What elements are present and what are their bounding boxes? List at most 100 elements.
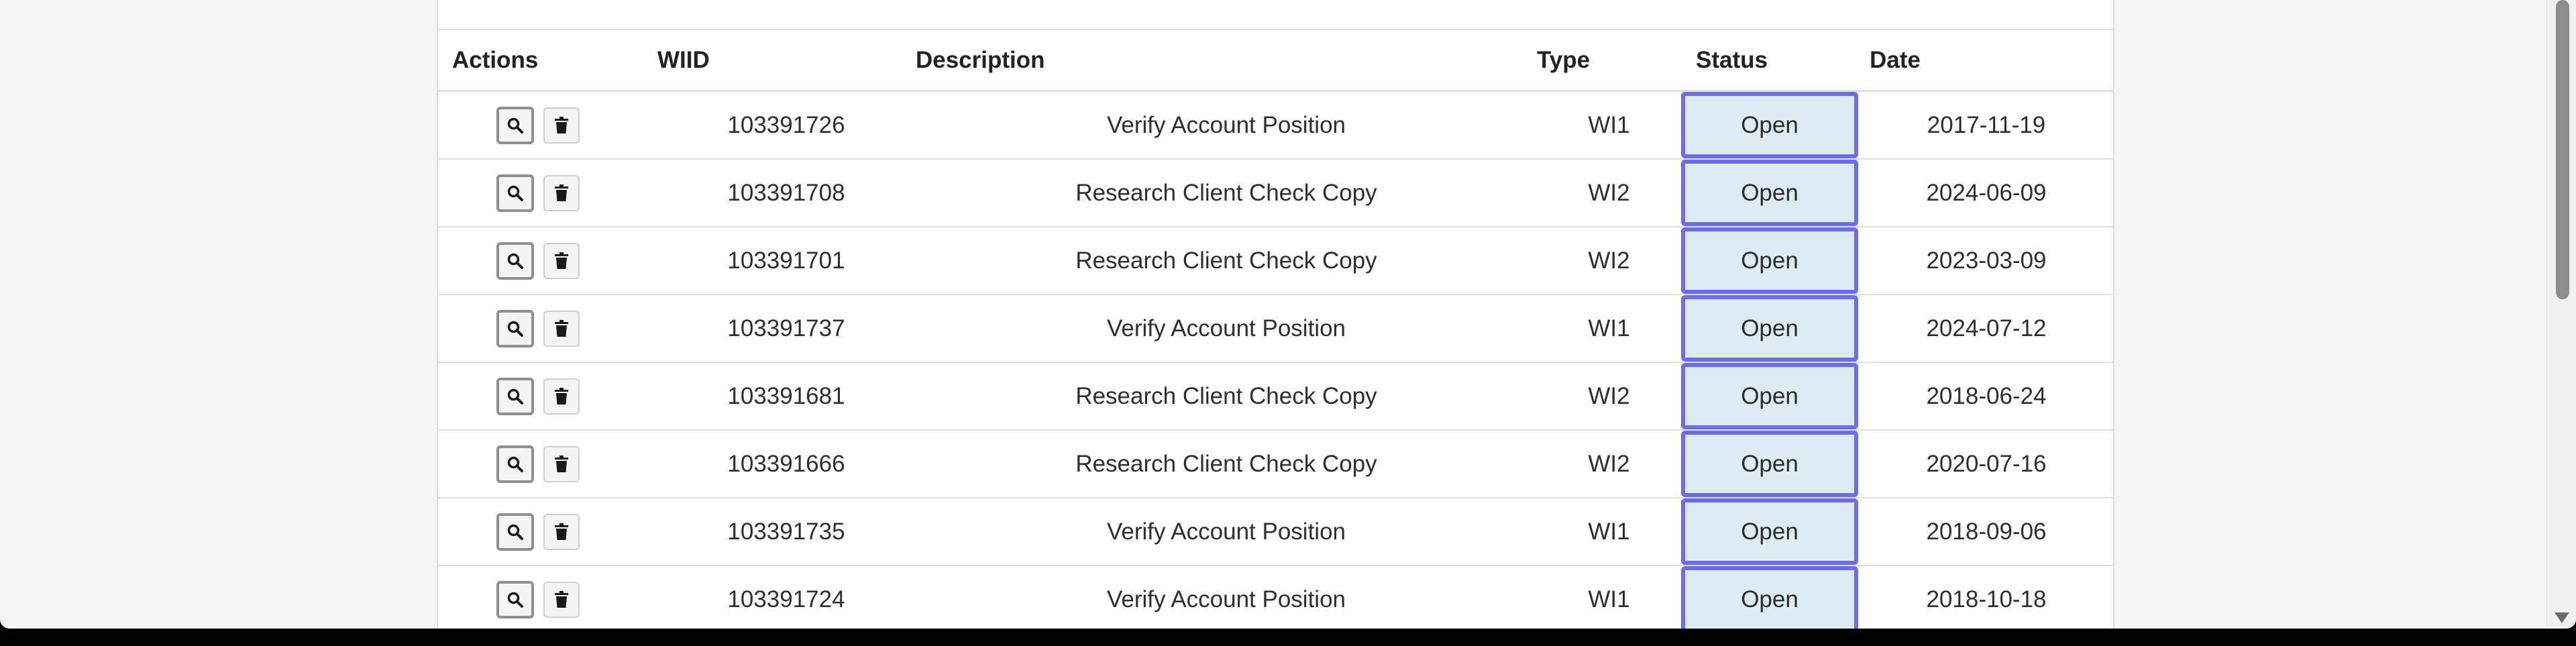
table-row: 103391666 Research Client Check Copy WI2… — [438, 430, 2113, 498]
actions-cell — [438, 91, 657, 160]
type-cell: WI1 — [1537, 294, 1681, 363]
status-cell: Open — [1681, 430, 1860, 498]
type-cell: WI1 — [1537, 91, 1681, 160]
actions-cell — [438, 498, 657, 566]
trash-icon — [555, 387, 568, 405]
delete-button[interactable] — [543, 107, 580, 144]
status-button[interactable]: Open — [1681, 295, 1858, 362]
view-button[interactable] — [496, 445, 534, 483]
status-cell: Open — [1681, 294, 1860, 363]
scrollbar-thumb[interactable] — [2556, 0, 2569, 299]
column-header-actions: Actions — [438, 30, 657, 92]
type-cell: WI1 — [1537, 566, 1681, 629]
type-cell: WI2 — [1537, 227, 1681, 295]
status-button[interactable]: Open — [1681, 227, 1858, 294]
view-button[interactable] — [496, 174, 534, 212]
view-button[interactable] — [496, 513, 534, 551]
trash-icon — [555, 590, 568, 608]
search-icon — [507, 592, 523, 608]
column-header-description[interactable]: Description — [916, 30, 1537, 92]
view-button[interactable] — [496, 580, 534, 618]
actions-cell — [438, 227, 657, 295]
page-content: Actions WIID Description Type Status Dat… — [0, 0, 2546, 629]
actions-cell — [438, 159, 657, 227]
description-cell: Research Client Check Copy — [916, 362, 1537, 431]
search-icon — [507, 185, 523, 201]
vertical-scrollbar[interactable] — [2546, 0, 2576, 629]
search-icon — [507, 117, 523, 133]
table-row: 103391737 Verify Account Position WI1 Op… — [438, 294, 2113, 363]
trash-icon — [555, 523, 568, 540]
browser-viewport: Actions WIID Description Type Status Dat… — [0, 0, 2576, 629]
status-cell: Open — [1681, 566, 1860, 629]
status-button[interactable]: Open — [1681, 92, 1858, 158]
type-cell: WI2 — [1537, 159, 1681, 227]
view-button[interactable] — [496, 106, 534, 144]
search-icon — [507, 388, 523, 405]
delete-button[interactable] — [543, 378, 580, 415]
trash-icon — [555, 116, 568, 133]
delete-button[interactable] — [543, 513, 580, 550]
wiid-cell: 103391737 — [657, 294, 916, 363]
delete-button[interactable] — [543, 445, 580, 482]
delete-button[interactable] — [543, 310, 580, 347]
status-button[interactable]: Open — [1681, 160, 1858, 226]
delete-button[interactable] — [543, 174, 580, 211]
status-cell: Open — [1681, 498, 1860, 566]
status-button[interactable]: Open — [1681, 498, 1858, 565]
column-header-date[interactable]: Date — [1860, 30, 2113, 92]
date-cell: 2024-07-12 — [1860, 294, 2113, 363]
work-items-panel: Actions WIID Description Type Status Dat… — [437, 0, 2114, 629]
status-cell: Open — [1681, 362, 1860, 431]
status-cell: Open — [1681, 159, 1860, 227]
wiid-cell: 103391708 — [657, 159, 916, 227]
table-row: 103391681 Research Client Check Copy WI2… — [438, 362, 2113, 431]
search-icon — [507, 524, 523, 540]
status-button[interactable]: Open — [1681, 566, 1858, 629]
wiid-cell: 103391681 — [657, 362, 916, 431]
status-button[interactable]: Open — [1681, 431, 1858, 497]
status-cell: Open — [1681, 91, 1860, 160]
table-row: 103391708 Research Client Check Copy WI2… — [438, 159, 2113, 227]
description-cell: Research Client Check Copy — [916, 430, 1537, 498]
wiid-cell: 103391724 — [657, 566, 916, 629]
type-cell: WI1 — [1537, 498, 1681, 566]
column-header-status[interactable]: Status — [1681, 30, 1860, 92]
description-cell: Research Client Check Copy — [916, 159, 1537, 227]
delete-button[interactable] — [543, 242, 580, 279]
description-cell: Verify Account Position — [916, 91, 1537, 160]
view-button[interactable] — [496, 377, 534, 415]
view-button[interactable] — [496, 309, 534, 347]
wiid-cell: 103391735 — [657, 498, 916, 566]
search-icon — [507, 456, 523, 472]
description-cell: Verify Account Position — [916, 294, 1537, 363]
table-row: 103391735 Verify Account Position WI1 Op… — [438, 498, 2113, 566]
date-cell: 2020-07-16 — [1860, 430, 2113, 498]
description-cell: Verify Account Position — [916, 566, 1537, 629]
search-icon — [507, 253, 523, 269]
trash-icon — [555, 252, 568, 269]
actions-cell — [438, 566, 657, 629]
wiid-cell: 103391701 — [657, 227, 916, 295]
table-row: 103391726 Verify Account Position WI1 Op… — [438, 91, 2113, 160]
trash-icon — [555, 455, 568, 472]
status-button[interactable]: Open — [1681, 363, 1858, 429]
type-cell: WI2 — [1537, 362, 1681, 431]
wiid-cell: 103391726 — [657, 91, 916, 160]
search-icon — [507, 321, 523, 337]
column-header-wiid[interactable]: WIID — [657, 30, 916, 92]
work-items-table: Actions WIID Description Type Status Dat… — [438, 30, 2113, 629]
date-cell: 2018-10-18 — [1860, 566, 2113, 629]
type-cell: WI2 — [1537, 430, 1681, 498]
date-cell: 2017-11-19 — [1860, 91, 2113, 160]
view-button[interactable] — [496, 241, 534, 280]
actions-cell — [438, 362, 657, 431]
column-header-type[interactable]: Type — [1537, 30, 1681, 92]
date-cell: 2024-06-09 — [1860, 159, 2113, 227]
wiid-cell: 103391666 — [657, 430, 916, 498]
date-cell: 2018-06-24 — [1860, 362, 2113, 431]
table-header-row: Actions WIID Description Type Status Dat… — [438, 30, 2113, 92]
delete-button[interactable] — [543, 581, 580, 618]
scroll-down-arrow-icon[interactable] — [2555, 612, 2569, 623]
actions-cell — [438, 294, 657, 363]
